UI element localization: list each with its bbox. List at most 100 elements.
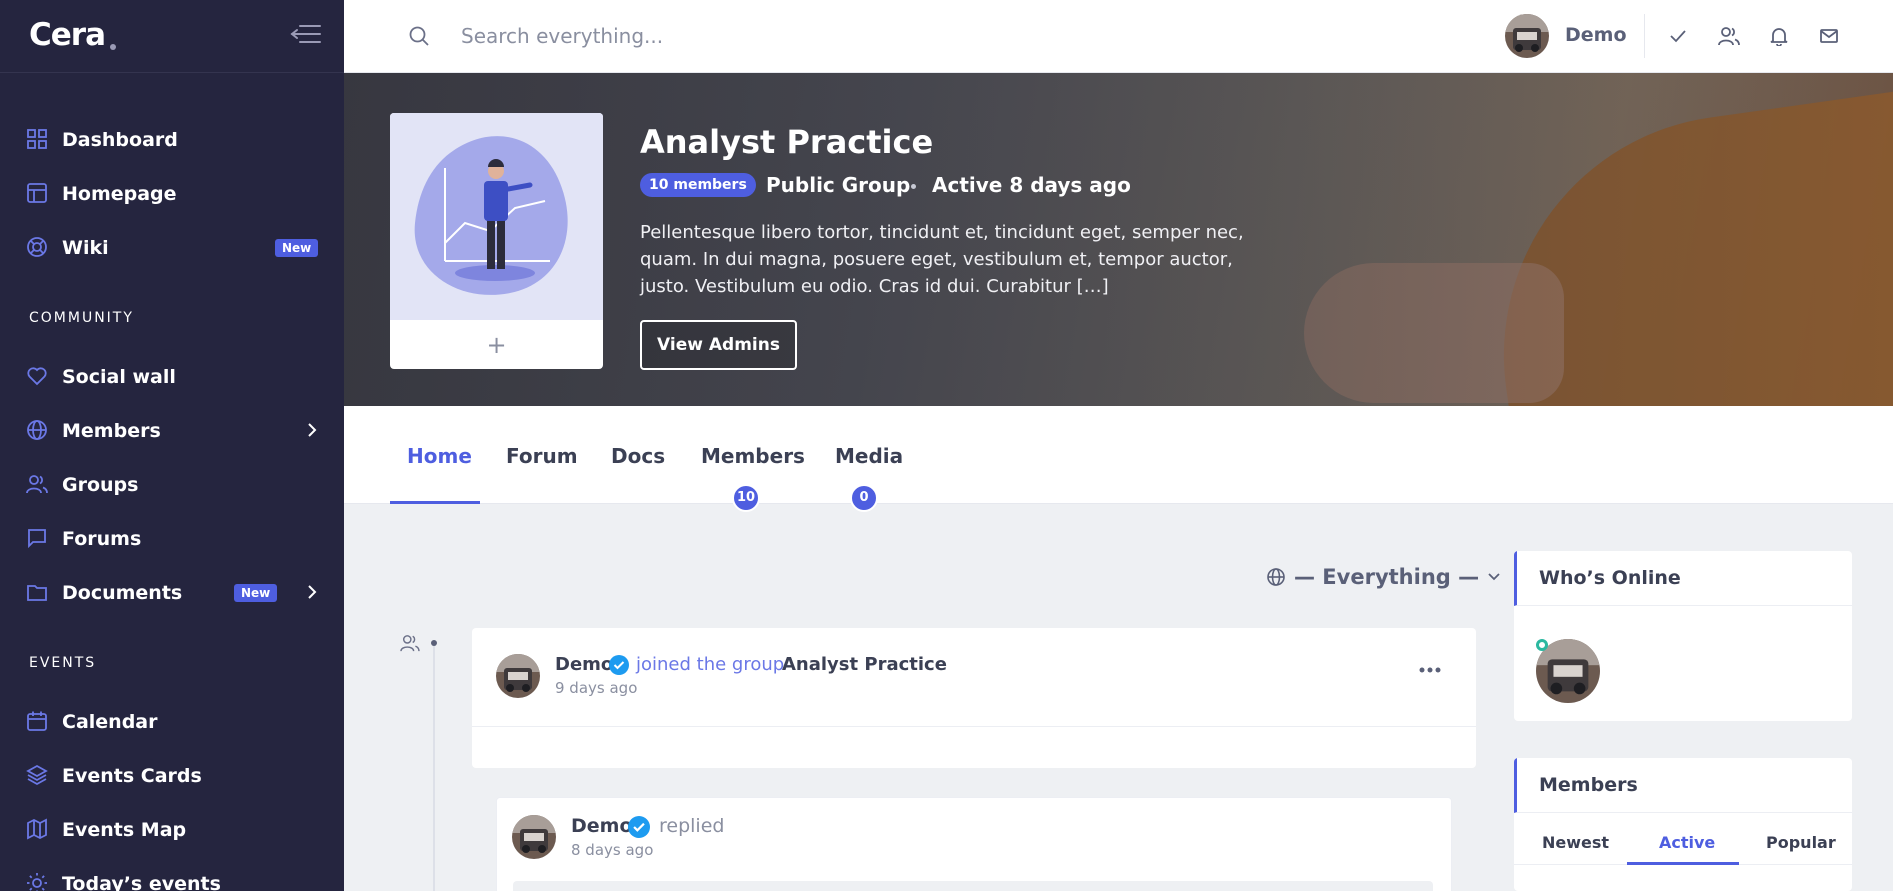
timeline: [433, 640, 435, 891]
chevron-right-icon[interactable]: [306, 584, 318, 600]
sidebar-item-label: Forums: [62, 528, 142, 550]
folder-icon: [26, 581, 48, 603]
sidebar-item-wiki[interactable]: Wiki New: [0, 224, 344, 270]
sidebar-item-label: Social wall: [62, 366, 176, 388]
layers-icon: [26, 764, 48, 786]
page-title: Analyst Practice: [640, 123, 934, 161]
widget-header: Who’s Online: [1514, 551, 1852, 606]
section-title-community: COMMUNITY: [29, 310, 134, 326]
sidebar-item-forums[interactable]: Forums: [0, 515, 344, 561]
sidebar-item-calendar[interactable]: Calendar: [0, 698, 344, 744]
reply-preview: [513, 881, 1433, 891]
grid-icon: [26, 128, 48, 150]
add-photo-button[interactable]: +: [390, 320, 603, 369]
group-description: Pellentesque libero tortor, tincidunt et…: [640, 222, 1244, 297]
sidebar-item-members[interactable]: Members: [0, 407, 344, 453]
widget-header: Members: [1514, 758, 1852, 813]
sidebar-item-social-wall[interactable]: Social wall: [0, 353, 344, 399]
topbar: Demo: [344, 0, 1893, 73]
sidebar-item-events-map[interactable]: Events Map: [0, 806, 344, 852]
verified-icon: [628, 816, 650, 838]
tab-members[interactable]: Members: [701, 444, 805, 468]
separator-dot: [911, 184, 916, 189]
tab-media-count: 0: [850, 484, 878, 512]
logo-row: Cera: [0, 0, 344, 73]
message-square-icon: [26, 527, 48, 549]
mail-icon[interactable]: [1819, 26, 1839, 46]
logo-dot: [110, 44, 116, 50]
tab-media[interactable]: Media: [835, 444, 903, 468]
lifebuoy-icon: [26, 236, 48, 258]
sidebar-item-label: Groups: [62, 474, 139, 496]
activity-filter-select[interactable]: — Everything —: [1266, 565, 1501, 589]
sidebar-item-label: Documents: [62, 582, 183, 604]
sidebar-item-label: Today’s events: [62, 873, 221, 891]
chevron-right-icon[interactable]: [306, 422, 318, 438]
members-widget: Members Newest Active Popular: [1514, 758, 1852, 891]
sidebar-item-label: Wiki: [62, 237, 109, 259]
search-icon[interactable]: [408, 25, 430, 47]
heart-icon: [26, 365, 48, 387]
group-avatar-image: [390, 113, 603, 320]
sidebar-item-homepage[interactable]: Homepage: [0, 170, 344, 216]
group-type: Public Group: [766, 173, 911, 197]
post-author[interactable]: Demo: [571, 815, 633, 837]
members-tab-newest[interactable]: Newest: [1542, 833, 1609, 852]
activity-post: Demo joined the group Analyst Practice 9…: [472, 628, 1476, 768]
layout-icon: [26, 182, 48, 204]
sidebar-item-dashboard[interactable]: Dashboard: [0, 116, 344, 162]
sidebar-item-label: Events Cards: [62, 765, 202, 787]
sidebar-item-label: Calendar: [62, 711, 158, 733]
verified-icon: [609, 655, 629, 675]
post-author[interactable]: Demo: [555, 654, 613, 675]
members-tab-popular[interactable]: Popular: [1766, 833, 1836, 852]
group-last-active: Active 8 days ago: [932, 173, 1131, 197]
members-count-badge[interactable]: 10 members: [640, 173, 756, 197]
members-tab-active[interactable]: Active: [1659, 833, 1715, 852]
sidebar-item-label: Events Map: [62, 819, 187, 841]
divider: [1644, 14, 1645, 58]
tab-members-count: 10: [732, 484, 760, 512]
tab-docs[interactable]: Docs: [611, 444, 665, 468]
active-tab-indicator: [390, 501, 480, 504]
widget-title: Who’s Online: [1539, 567, 1681, 589]
sidebar-item-groups[interactable]: Groups: [0, 461, 344, 507]
avatar[interactable]: [496, 654, 540, 698]
widget-title: Members: [1539, 774, 1638, 796]
group-activity-icon: [400, 634, 420, 652]
users-icon: [26, 473, 48, 495]
view-admins-button[interactable]: View Admins: [640, 320, 797, 370]
activity-reply: Demo replied 8 days ago: [496, 797, 1452, 891]
post-target-link[interactable]: Analyst Practice: [782, 654, 947, 675]
group-tabs: Home Forum Docs Members Media 10 0: [344, 406, 1893, 512]
search-input[interactable]: [461, 20, 1061, 52]
sun-icon: [26, 872, 48, 891]
tab-home[interactable]: Home: [407, 444, 472, 468]
post-time[interactable]: 9 days ago: [555, 679, 637, 697]
sidebar-item-documents[interactable]: Documents New: [0, 569, 344, 615]
sidebar-item-events-cards[interactable]: Events Cards: [0, 752, 344, 798]
avatar[interactable]: [512, 815, 556, 859]
logo[interactable]: Cera: [29, 17, 106, 53]
user-name[interactable]: Demo: [1565, 24, 1627, 46]
sidebar-item-todays-events[interactable]: Today’s events: [0, 860, 344, 891]
collapse-sidebar-icon[interactable]: [288, 22, 322, 46]
avatar[interactable]: [1505, 14, 1549, 58]
users-icon[interactable]: [1718, 26, 1740, 46]
online-status-indicator: [1536, 639, 1548, 651]
timeline-dot: [431, 640, 437, 646]
new-badge: New: [234, 584, 278, 602]
group-avatar-card: +: [390, 113, 603, 369]
post-time[interactable]: 8 days ago: [571, 841, 653, 859]
chevron-down-icon: [1487, 572, 1501, 582]
check-icon[interactable]: [1668, 26, 1688, 46]
sidebar-item-label: Members: [62, 420, 161, 442]
divider: [472, 726, 1476, 727]
bell-icon[interactable]: [1769, 26, 1789, 46]
more-options-icon[interactable]: [1418, 666, 1442, 674]
calendar-icon: [26, 710, 48, 732]
tab-forum[interactable]: Forum: [506, 444, 578, 468]
globe-icon: [26, 419, 48, 441]
sidebar: Cera Dashboard Homepage Wiki New COMMUNI…: [0, 0, 344, 891]
active-tab-indicator: [1627, 862, 1739, 865]
